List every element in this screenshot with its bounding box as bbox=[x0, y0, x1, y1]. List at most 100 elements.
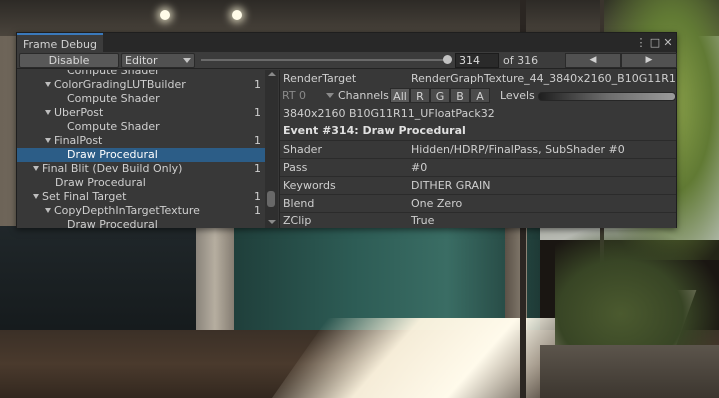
chevron-down-icon bbox=[326, 93, 334, 98]
tree-item-count: 1 bbox=[254, 204, 261, 217]
previous-event-button[interactable]: ◀ bbox=[565, 53, 621, 68]
next-event-button[interactable]: ▶ bbox=[621, 53, 677, 68]
tree-item-label: FinalPost bbox=[54, 134, 103, 147]
levels-label: Levels bbox=[500, 89, 535, 102]
tree-item-label: Compute Shader bbox=[67, 70, 160, 77]
maximize-icon[interactable]: □ bbox=[649, 36, 661, 49]
property-row: ZClip True bbox=[280, 212, 676, 228]
target-dropdown-label: Editor bbox=[125, 54, 158, 67]
fold-arrow-icon[interactable] bbox=[33, 166, 39, 171]
tree-item-label: ColorGradingLUTBuilder bbox=[54, 78, 186, 91]
rt-dropdown-label: RT 0 bbox=[282, 89, 307, 102]
property-key: Pass bbox=[283, 161, 308, 174]
channel-a-button[interactable]: A bbox=[470, 88, 490, 103]
fold-arrow-icon[interactable] bbox=[45, 110, 51, 115]
tree-item[interactable]: Compute Shader bbox=[17, 92, 265, 106]
channel-b-button[interactable]: B bbox=[450, 88, 470, 103]
fold-arrow-icon[interactable] bbox=[33, 194, 39, 199]
tree-item[interactable]: ColorGradingLUTBuilder 1 bbox=[17, 78, 265, 92]
tree-item[interactable]: Final Blit (Dev Build Only) 1 bbox=[17, 162, 265, 176]
close-icon[interactable]: ✕ bbox=[662, 36, 674, 49]
property-value: One Zero bbox=[411, 197, 463, 210]
property-key: Keywords bbox=[283, 179, 336, 192]
fold-arrow-icon[interactable] bbox=[45, 208, 51, 213]
levels-slider[interactable] bbox=[538, 92, 676, 101]
event-detail-panel: RenderTarget RenderGraphTexture_44_3840x… bbox=[279, 70, 676, 228]
window-titlebar: Frame Debug ⋮ □ ✕ bbox=[17, 33, 676, 52]
render-target-label: RenderTarget bbox=[283, 72, 357, 85]
property-row: Pass #0 bbox=[280, 159, 676, 176]
property-key: ZClip bbox=[283, 214, 312, 227]
channel-g-button[interactable]: G bbox=[430, 88, 450, 103]
property-key: Shader bbox=[283, 143, 322, 156]
tree-item-label: Compute Shader bbox=[67, 120, 160, 133]
channels-label: Channels bbox=[338, 89, 389, 102]
property-value: #0 bbox=[411, 161, 428, 174]
tree-scrollbar-thumb[interactable] bbox=[267, 191, 275, 207]
tree-item-label: Draw Procedural bbox=[67, 148, 158, 161]
tree-item[interactable]: CopyDepthInTargetTexture 1 bbox=[17, 204, 265, 218]
texture-format-label: 3840x2160 B10G11R11_UFloatPack32 bbox=[283, 107, 495, 120]
scroll-up-icon[interactable] bbox=[268, 72, 276, 76]
tree-item[interactable]: Set Final Target 1 bbox=[17, 190, 265, 204]
scroll-down-icon[interactable] bbox=[268, 220, 276, 224]
property-row: Shader Hidden/HDRP/FinalPass, SubShader … bbox=[280, 141, 676, 158]
frame-debug-toolbar: Disable Editor 314 of 316 ◀ ▶ bbox=[17, 52, 677, 69]
tree-item-count: 1 bbox=[254, 190, 261, 203]
fold-arrow-icon[interactable] bbox=[45, 82, 51, 87]
arrow-right-icon: ▶ bbox=[645, 55, 653, 65]
property-value: Hidden/HDRP/FinalPass, SubShader #0 bbox=[411, 143, 625, 156]
property-row: Blend One Zero bbox=[280, 195, 676, 212]
frame-slider[interactable] bbox=[201, 59, 449, 61]
arrow-left-icon: ◀ bbox=[589, 55, 597, 65]
frame-total-label: of 316 bbox=[503, 54, 539, 67]
render-target-value[interactable]: RenderGraphTexture_44_3840x2160_B10G11R1… bbox=[411, 70, 676, 87]
more-options-icon[interactable]: ⋮ bbox=[635, 36, 647, 49]
tree-item-label: Compute Shader bbox=[67, 92, 160, 105]
disable-button[interactable]: Disable bbox=[19, 53, 119, 68]
scene-pillar bbox=[196, 226, 234, 341]
frame-slider-thumb[interactable] bbox=[442, 55, 452, 64]
tree-item[interactable]: Draw Procedural bbox=[17, 218, 265, 228]
scene-planter bbox=[540, 345, 719, 398]
tree-item-label: Final Blit (Dev Build Only) bbox=[42, 162, 183, 175]
event-tree: Compute Shader ColorGradingLUTBuilder 1 … bbox=[17, 70, 279, 228]
tree-item-count: 1 bbox=[254, 134, 261, 147]
scene-wall-dark bbox=[0, 226, 205, 336]
texture-format-row: 3840x2160 B10G11R11_UFloatPack32 bbox=[280, 105, 676, 122]
target-dropdown[interactable]: Editor bbox=[121, 53, 195, 68]
rt-dropdown[interactable]: RT 0 bbox=[280, 88, 334, 103]
fold-arrow-icon[interactable] bbox=[45, 138, 51, 143]
tree-item[interactable]: Compute Shader bbox=[17, 70, 265, 78]
ceiling-light bbox=[232, 10, 242, 20]
tree-item-label: UberPost bbox=[54, 106, 104, 119]
event-title-row: Event #314: Draw Procedural bbox=[280, 122, 676, 139]
ceiling-light bbox=[160, 10, 170, 20]
tree-item[interactable]: Draw Procedural bbox=[17, 176, 265, 190]
channel-all-button[interactable]: All bbox=[390, 88, 410, 103]
tree-item[interactable]: Compute Shader bbox=[17, 120, 265, 134]
frame-debug-window: Frame Debug ⋮ □ ✕ Disable Editor 314 of … bbox=[16, 32, 677, 228]
event-title: Event #314: Draw Procedural bbox=[283, 124, 466, 137]
tree-item-label: Draw Procedural bbox=[67, 218, 158, 228]
chevron-down-icon bbox=[183, 58, 191, 63]
tab-frame-debug[interactable]: Frame Debug bbox=[17, 33, 103, 52]
tree-item-label: CopyDepthInTargetTexture bbox=[54, 204, 200, 217]
property-value: DITHER GRAIN bbox=[411, 179, 491, 192]
channels-toolbar: RT 0 Channels All R G B A Levels bbox=[280, 88, 676, 104]
tree-item-count: 1 bbox=[254, 106, 261, 119]
tree-item-count: 1 bbox=[254, 162, 261, 175]
tree-item-label: Set Final Target bbox=[42, 190, 127, 203]
channel-r-button[interactable]: R bbox=[410, 88, 430, 103]
tree-item-count: 1 bbox=[254, 78, 261, 91]
tree-item-selected[interactable]: Draw Procedural bbox=[17, 148, 265, 162]
frame-number-input[interactable]: 314 bbox=[455, 53, 499, 68]
tree-item[interactable]: UberPost 1 bbox=[17, 106, 265, 120]
tree-item-label: Draw Procedural bbox=[55, 176, 146, 189]
property-value: True bbox=[411, 214, 435, 227]
tree-scrollbar[interactable] bbox=[265, 70, 278, 228]
property-row: Keywords DITHER GRAIN bbox=[280, 177, 676, 194]
render-target-row: RenderTarget RenderGraphTexture_44_3840x… bbox=[280, 70, 676, 87]
tree-item[interactable]: FinalPost 1 bbox=[17, 134, 265, 148]
property-key: Blend bbox=[283, 197, 315, 210]
